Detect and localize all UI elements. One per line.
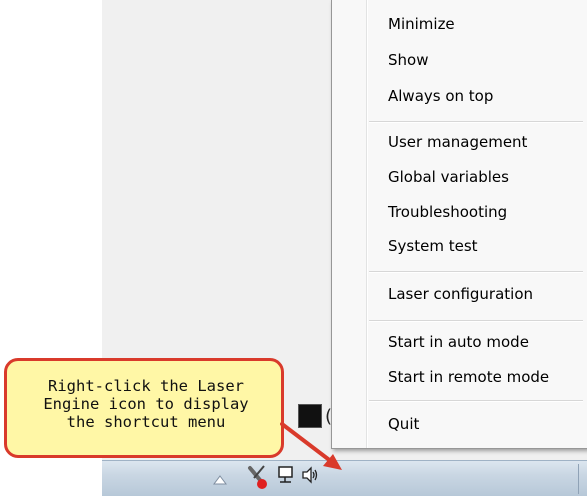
tray-divider [578, 464, 579, 494]
menu-item-start-in-auto-mode[interactable]: Start in auto mode [388, 331, 529, 353]
menu-item-show[interactable]: Show [388, 49, 428, 71]
menu-item-global-variables[interactable]: Global variables [388, 166, 509, 188]
callout-text: Right-click the Laser Engine icon to dis… [43, 377, 249, 431]
menu-separator [369, 400, 583, 402]
menu-item-troubleshooting[interactable]: Troubleshooting [388, 201, 507, 223]
laser-engine-icon[interactable] [242, 460, 272, 496]
menu-item-quit[interactable]: Quit [388, 413, 419, 435]
callout-arrow-icon [280, 422, 342, 470]
menu-item-user-management[interactable]: User management [388, 131, 527, 153]
menu-item-always-on-top[interactable]: Always on top [388, 85, 493, 107]
menu-gutter [366, 0, 368, 448]
menu-item-start-in-remote-mode[interactable]: Start in remote mode [388, 366, 549, 388]
show-hidden-icons-icon[interactable] [213, 470, 227, 489]
instruction-callout: Right-click the Laser Engine icon to dis… [4, 358, 284, 458]
menu-item-minimize[interactable]: Minimize [388, 13, 455, 35]
menu-separator [369, 271, 583, 273]
menu-item-system-test[interactable]: System test [388, 235, 478, 257]
shortcut-menu: Minimize Show Always on top User managem… [331, 0, 587, 449]
menu-separator [369, 121, 583, 123]
menu-separator [369, 320, 583, 322]
menu-item-laser-configuration[interactable]: Laser configuration [388, 283, 533, 305]
